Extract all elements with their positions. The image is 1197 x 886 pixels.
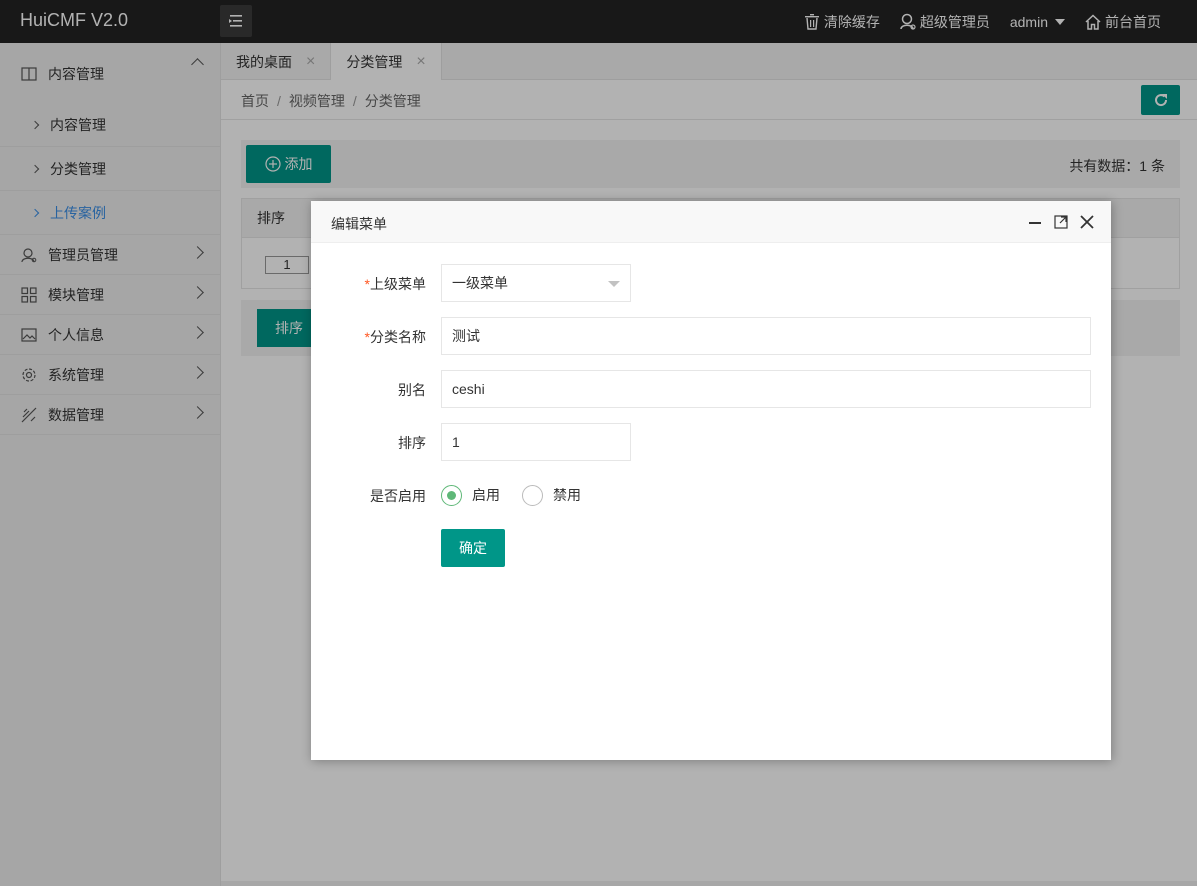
radio-enable[interactable]: 启用 (441, 484, 500, 506)
alias-label: 别名 (398, 382, 426, 398)
parent-menu-label-text: 上级菜单 (370, 276, 426, 292)
form-row-name: *分类名称 测试 (311, 317, 1111, 355)
radio-unchecked-icon (522, 484, 543, 506)
radio-enable-label: 启用 (472, 487, 500, 503)
order-label: 排序 (398, 435, 426, 451)
minimize-icon[interactable] (1027, 214, 1043, 230)
radio-disable-label: 禁用 (553, 487, 581, 503)
dialog-title: 编辑菜单 (331, 216, 387, 232)
select-arrow-icon (608, 281, 620, 287)
dialog-header: 编辑菜单 (311, 201, 1111, 243)
enabled-label: 是否启用 (370, 488, 426, 504)
category-name-label-text: 分类名称 (370, 329, 426, 345)
form-row-order: 排序 1 (311, 423, 1111, 461)
parent-menu-select[interactable]: 一级菜单 (441, 264, 631, 302)
parent-menu-label: *上级菜单 (365, 274, 426, 294)
parent-menu-value: 一级菜单 (452, 275, 508, 291)
radio-disable[interactable]: 禁用 (522, 484, 581, 506)
category-name-input[interactable]: 测试 (441, 317, 1091, 355)
order-input[interactable]: 1 (441, 423, 631, 461)
maximize-icon[interactable] (1053, 214, 1069, 230)
alias-input[interactable]: ceshi (441, 370, 1091, 408)
close-icon[interactable] (1079, 214, 1095, 230)
confirm-button[interactable]: 确定 (441, 529, 505, 567)
form-row-alias: 别名 ceshi (311, 370, 1111, 408)
form-row-enabled: 是否启用 启用 禁用 (311, 476, 1111, 514)
category-name-label: *分类名称 (365, 327, 426, 347)
radio-checked-icon (441, 484, 462, 506)
form-row-parent: *上级菜单 一级菜单 (311, 264, 1111, 302)
edit-menu-dialog: 编辑菜单 *上级菜单 一级菜单 *分类名称 测试 别名 ceshi 排序 1 是… (311, 201, 1111, 760)
